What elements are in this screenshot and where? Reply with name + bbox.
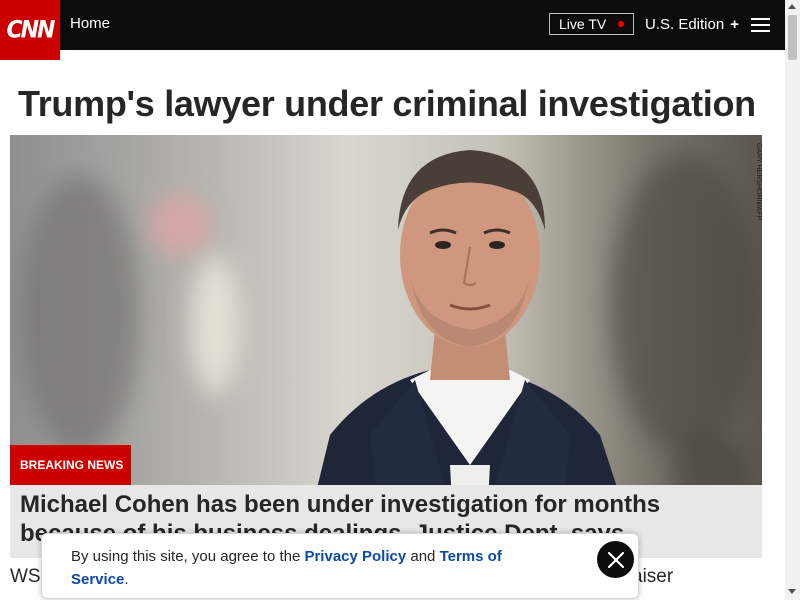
privacy-policy-link[interactable]: Privacy Policy [304,548,406,565]
hamburger-menu-icon[interactable] [751,18,770,32]
live-tv-label: Live TV [559,16,607,32]
close-icon [607,551,624,568]
nav-home-link[interactable]: Home [70,15,110,32]
cookie-text-and: and [406,548,440,565]
cookie-text-end: . [124,571,129,588]
breaking-news-badge: BREAKING NEWS [10,445,131,485]
close-banner-button[interactable] [597,541,634,578]
live-tv-button[interactable]: Live TV [549,13,634,35]
live-indicator-icon [618,21,624,27]
edition-selector[interactable]: U.S. Edition + [645,16,739,33]
cookie-consent-banner: By using this site, you agree to the Pri… [41,533,639,599]
page-scrollbar[interactable] [785,0,800,600]
cookie-consent-text: By using this site, you agree to the Pri… [71,545,551,591]
top-navigation-bar: Home Live TV U.S. Edition + [0,0,785,50]
story-link-left[interactable]: WS [10,566,41,588]
scroll-up-arrow-icon[interactable] [788,4,796,9]
plus-icon: + [730,16,739,33]
page-title[interactable]: Trump's lawyer under criminal investigat… [18,83,756,125]
edition-label: U.S. Edition [645,16,725,33]
scrollbar-thumb[interactable] [788,15,797,60]
cookie-text-start: By using this site, you agree to the [71,548,305,565]
image-credit: GARY HERSHORN/AFP [755,143,762,221]
scroll-down-arrow-icon[interactable] [788,589,796,594]
cnn-logo[interactable]: CNN [0,0,60,60]
